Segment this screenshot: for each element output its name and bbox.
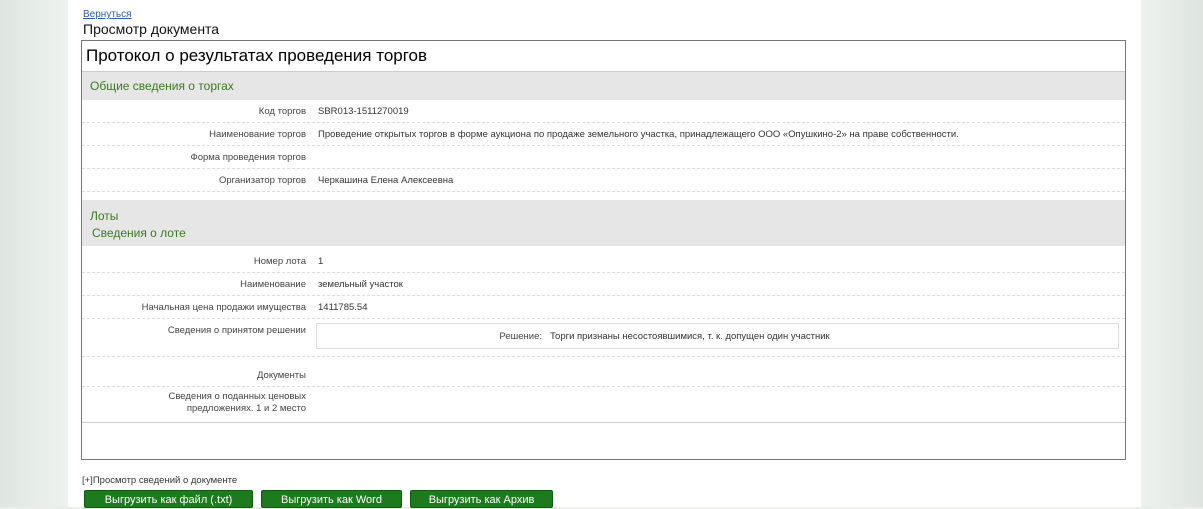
row-label: Номер лота (253, 255, 306, 267)
section-lots-heading: Лоты (82, 192, 1125, 223)
page-container: Вернуться Просмотр документа Протокол о … (68, 0, 1141, 508)
export-word-button[interactable]: Выгрузить как Word (261, 490, 402, 508)
background-right (1141, 0, 1203, 507)
row-value: Черкашина Елена Алексеевна (318, 174, 454, 186)
row-label: Наименование торгов (209, 128, 306, 140)
row-value: земельный участок (318, 278, 403, 290)
row-label: Организатор торгов (218, 174, 306, 186)
row-label: Сведения о поданных ценовых предложениях… (168, 391, 307, 414)
back-link[interactable]: Вернуться (83, 9, 132, 20)
row-value: Проведение открытых торгов в форме аукци… (318, 128, 959, 140)
export-archive-button[interactable]: Выгрузить как Архив (410, 490, 553, 508)
row-value: 1 (318, 255, 324, 267)
row-trade-form: Форма проведения торгов (82, 146, 1125, 169)
row-lot-name: Наименование земельный участок (82, 273, 1125, 296)
row-value: SBR013-1511270019 (318, 105, 409, 117)
row-label: Начальная цена продажи имущества (141, 301, 306, 313)
document-panel: Протокол о результатах проведения торгов… (81, 40, 1126, 460)
row-decision: Сведения о принятом решении Решение: Тор… (82, 319, 1125, 357)
row-trade-code: Код торгов SBR013-1511270019 (82, 100, 1125, 123)
document-details-link[interactable]: [+]Просмотр сведений о документе (82, 475, 237, 486)
row-label: Наименование (240, 278, 306, 290)
row-documents: Документы (82, 357, 1125, 387)
row-start-price: Начальная цена продажи имущества 1411785… (82, 296, 1125, 319)
row-value: Решение: Торги признаны несостоявшимися,… (312, 319, 1125, 356)
row-bids: Сведения о поданных ценовых предложениях… (82, 387, 1125, 423)
background-left (0, 0, 68, 507)
decision-box: Решение: Торги признаны несостоявшимися,… (316, 323, 1119, 349)
document-title: Протокол о результатах проведения торгов (82, 41, 1125, 72)
decision-value: Торги признаны несостоявшимися, т. к. до… (550, 330, 830, 342)
row-value (312, 387, 1125, 422)
section-general-heading: Общие сведения о торгах (82, 72, 1125, 100)
row-lot-number: Номер лота 1 (82, 250, 1125, 273)
decision-label: Решение: (499, 330, 542, 342)
row-label: Документы (257, 370, 306, 381)
row-label: Сведения о принятом решении (167, 325, 306, 336)
section-lot-info-heading: Сведения о лоте (82, 222, 1125, 246)
page-title: Просмотр документа (83, 21, 220, 37)
row-trade-name: Наименование торгов Проведение открытых … (82, 123, 1125, 146)
row-organizer: Организатор торгов Черкашина Елена Алекс… (82, 169, 1125, 192)
row-label: Код торгов (258, 105, 306, 117)
export-txt-button[interactable]: Выгрузить как файл (.txt) (84, 490, 253, 508)
row-label: Форма проведения торгов (190, 151, 306, 163)
row-value: 1411785.54 (318, 301, 368, 313)
